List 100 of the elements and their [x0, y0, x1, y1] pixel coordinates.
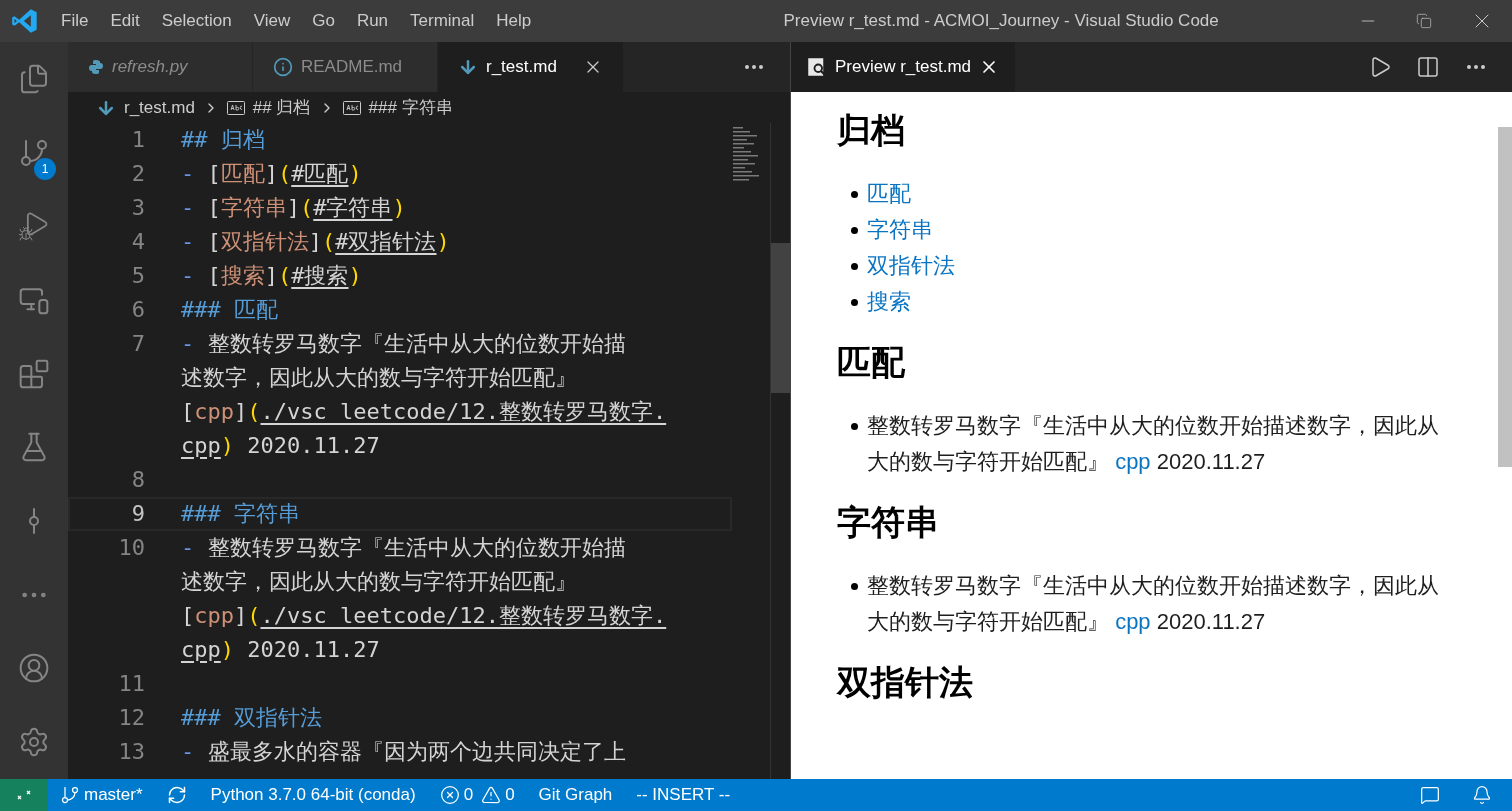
text-symbol-icon: [342, 100, 361, 115]
link[interactable]: cpp: [1115, 449, 1151, 474]
line-number: 7: [130, 330, 145, 358]
markdown-icon: [458, 57, 478, 77]
code-token: [: [181, 602, 195, 630]
git-graph-status[interactable]: Git Graph: [538, 782, 613, 808]
sync-icon[interactable]: [166, 785, 187, 805]
python-icon: [88, 59, 104, 75]
code-token: 字符串: [220, 194, 287, 222]
run-debug-icon[interactable]: [18, 210, 50, 243]
code-token: 2020.11.27: [246, 432, 380, 460]
code-token: ./vsc_leetcode/12.整数转罗马数字.: [260, 602, 667, 630]
editor-tab[interactable]: r_test.md: [438, 42, 623, 92]
code-token: (: [278, 262, 292, 290]
scrollbar[interactable]: [770, 123, 790, 779]
code-token: ### 双指针法: [181, 704, 322, 732]
code-token: #搜索: [291, 262, 349, 290]
code-token: [: [207, 194, 221, 222]
tab-label: refresh.py: [112, 56, 188, 79]
code-token: 盛最多水的容器『因为两个边共同决定了上: [207, 738, 626, 766]
preview-icon: [807, 57, 827, 77]
code-token: #双指针法: [335, 228, 437, 256]
code-token: ]: [234, 398, 248, 426]
code-token: -: [181, 160, 196, 188]
notifications-icon[interactable]: [1472, 785, 1492, 805]
settings-icon[interactable]: [18, 726, 50, 759]
link[interactable]: 搜索: [867, 289, 911, 314]
menu-item[interactable]: Help: [485, 8, 543, 34]
code-token: [: [207, 262, 221, 290]
extensions-icon[interactable]: [18, 357, 50, 390]
link[interactable]: 双指针法: [867, 253, 955, 278]
code-token: ## 归档: [181, 126, 265, 154]
preview-heading: 归档: [837, 110, 906, 151]
code-token: 述数字，因此从大的数与字符开始匹配』: [181, 568, 577, 596]
line-number: 1: [130, 126, 145, 154]
line-number: 9: [130, 500, 145, 528]
line-number: 11: [117, 670, 145, 698]
menu-item[interactable]: View: [242, 8, 302, 34]
menu-item[interactable]: Go: [301, 8, 346, 34]
code-token: [: [207, 160, 221, 188]
code-token: 匹配: [220, 160, 265, 188]
code-token: cpp: [194, 398, 234, 426]
menu-item[interactable]: Terminal: [399, 8, 486, 34]
code-token: ): [348, 262, 362, 290]
code-token: #字符串: [313, 194, 393, 222]
editor-tab[interactable]: refresh.py: [68, 42, 253, 92]
feedback-icon[interactable]: [1420, 785, 1440, 805]
window-title: Preview r_test.md - ACMOI_Journey - Visual Studio Code: [782, 10, 1220, 33]
restore-icon[interactable]: [1416, 13, 1432, 29]
line-number: 5: [130, 262, 145, 290]
code-token: 整数转罗马数字『生活中从大的位数开始描: [207, 534, 626, 562]
list-item-text: 整数转罗马数字『生活中从大的位数开始描述数字，因此从大的数与字符开始匹配』 cpp 2020.11.27: [867, 412, 1440, 476]
python-interpreter[interactable]: Python 3.7.0 64-bit (conda): [210, 782, 416, 808]
info-icon: [273, 57, 293, 77]
line-number: 13: [117, 738, 145, 766]
code-token: 搜索: [220, 262, 265, 290]
line-number: 2: [130, 160, 145, 188]
text-symbol-icon: [226, 100, 245, 115]
menu-item[interactable]: Selection: [150, 8, 243, 34]
code-token: ### 匹配: [181, 296, 278, 324]
breadcrumb-item[interactable]: ## 归档: [226, 94, 311, 121]
branch-status[interactable]: master*: [60, 782, 143, 808]
code-token: ): [392, 194, 406, 222]
code-token: cpp: [181, 432, 221, 460]
code-token: 整数转罗马数字『生活中从大的位数开始描: [207, 330, 626, 358]
menu-item[interactable]: File: [50, 8, 100, 34]
breadcrumb-item[interactable]: ### 字符串: [342, 94, 453, 121]
code-token: ]: [264, 160, 278, 188]
notification-badge: 1: [34, 157, 56, 180]
preview-heading: 双指针法: [837, 662, 974, 703]
code-token: (: [278, 160, 292, 188]
editor-tab[interactable]: README.md: [253, 42, 438, 92]
code-token: ]: [308, 228, 322, 256]
problems-status[interactable]: 0 0: [439, 782, 515, 808]
code-token: ### 字符串: [181, 500, 300, 528]
menu-item[interactable]: Run: [345, 8, 400, 34]
account-icon[interactable]: [18, 652, 50, 685]
code-token: ]: [234, 602, 248, 630]
code-token: ./vsc_leetcode/12.整数转罗马数字.: [260, 398, 667, 426]
line-number: 10: [117, 534, 145, 562]
code-token: -: [181, 330, 196, 358]
editor-tab[interactable]: Preview r_test.md: [791, 42, 1016, 92]
breadcrumb-item[interactable]: r_test.md: [96, 94, 195, 121]
line-number: 8: [130, 466, 145, 494]
code-token: cpp: [181, 636, 221, 664]
code-token: (: [300, 194, 314, 222]
code-token: ): [348, 160, 362, 188]
link[interactable]: 匹配: [867, 181, 911, 206]
link[interactable]: cpp: [1115, 609, 1151, 634]
tab-label: Preview r_test.md: [835, 56, 972, 79]
link[interactable]: 字符串: [867, 217, 933, 242]
code-token: (: [247, 602, 261, 630]
split-editor-icon[interactable]: [1416, 55, 1440, 79]
code-token: -: [181, 534, 196, 562]
menu-item[interactable]: Edit: [99, 8, 151, 34]
tab-label: README.md: [301, 56, 403, 79]
files-icon[interactable]: [18, 62, 50, 95]
code-token: -: [181, 262, 196, 290]
code-token: 2020.11.27: [246, 636, 380, 664]
code-token: (: [322, 228, 336, 256]
